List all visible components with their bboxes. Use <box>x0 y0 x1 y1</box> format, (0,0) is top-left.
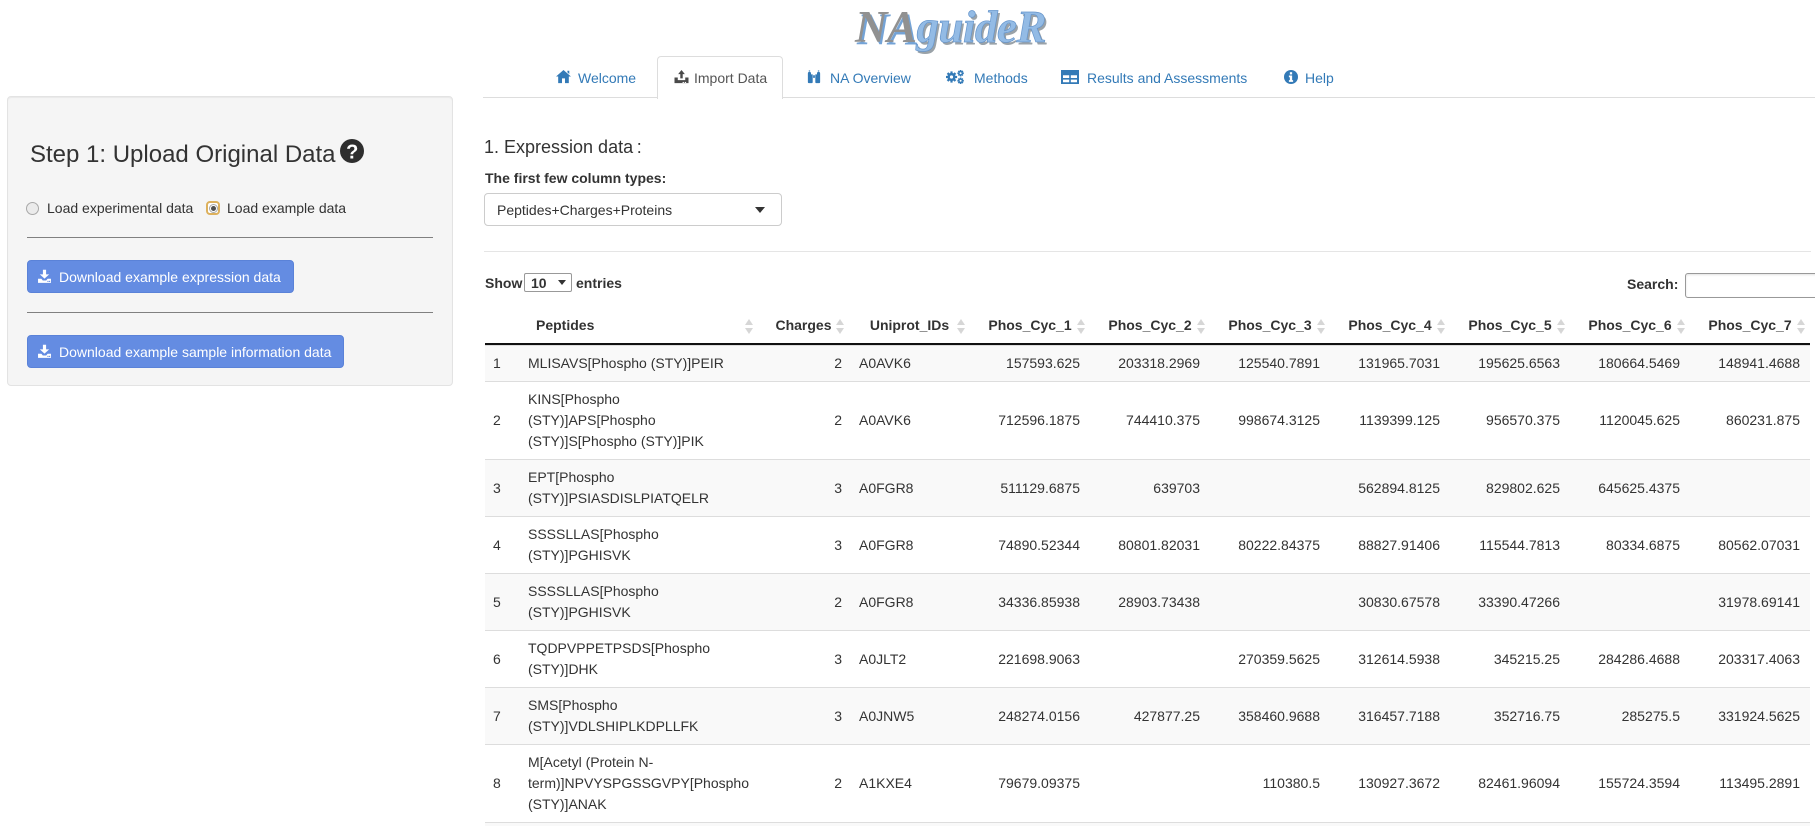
svg-text:?: ? <box>346 142 358 163</box>
